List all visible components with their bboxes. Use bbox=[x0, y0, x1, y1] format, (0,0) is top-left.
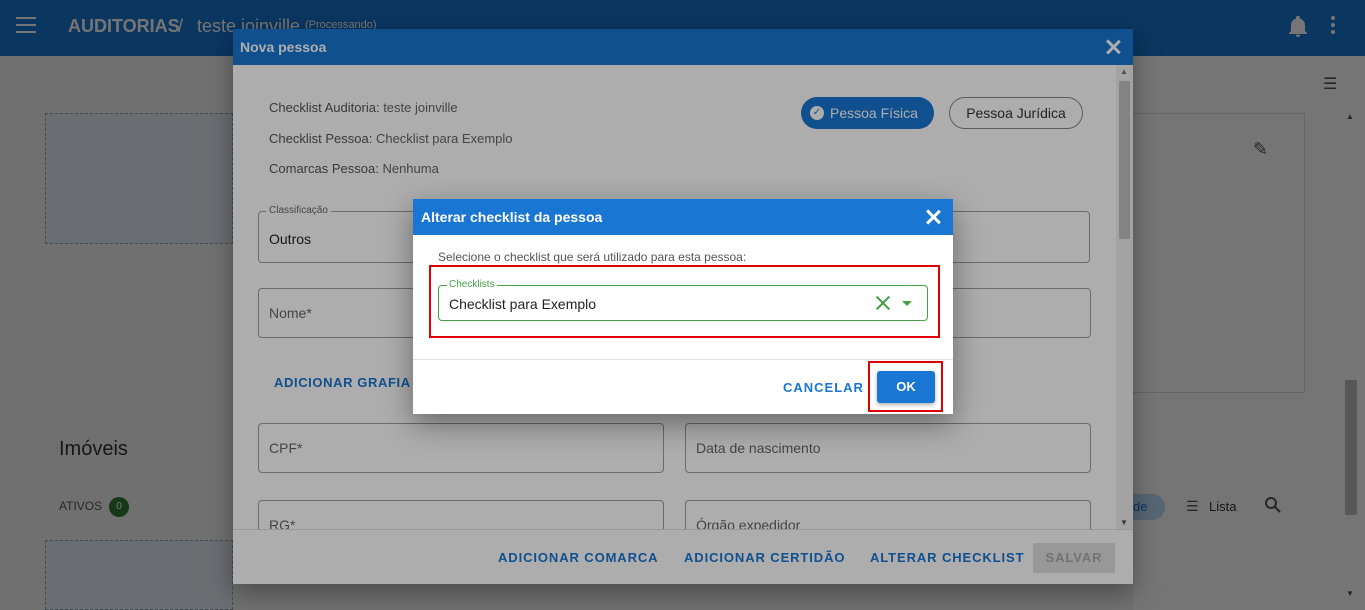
checklists-legend: Checklists bbox=[447, 279, 497, 290]
close-icon[interactable] bbox=[925, 209, 941, 225]
dropdown-arrow-icon[interactable] bbox=[902, 301, 912, 306]
clear-icon[interactable] bbox=[875, 295, 891, 311]
checklists-value: Checklist para Exemplo bbox=[449, 296, 597, 312]
divider bbox=[413, 359, 953, 360]
dialog-prompt: Selecione o checklist que será utilizado… bbox=[438, 250, 747, 264]
cancel-button[interactable]: CANCELAR bbox=[783, 380, 864, 395]
dialog-header: Alterar checklist da pessoa bbox=[413, 199, 953, 235]
dialog-title: Alterar checklist da pessoa bbox=[421, 209, 603, 225]
ok-button[interactable]: OK bbox=[877, 371, 935, 403]
alterar-checklist-dialog: Alterar checklist da pessoa Selecione o … bbox=[413, 199, 953, 414]
checklists-select[interactable]: Checklists Checklist para Exemplo bbox=[438, 279, 928, 321]
